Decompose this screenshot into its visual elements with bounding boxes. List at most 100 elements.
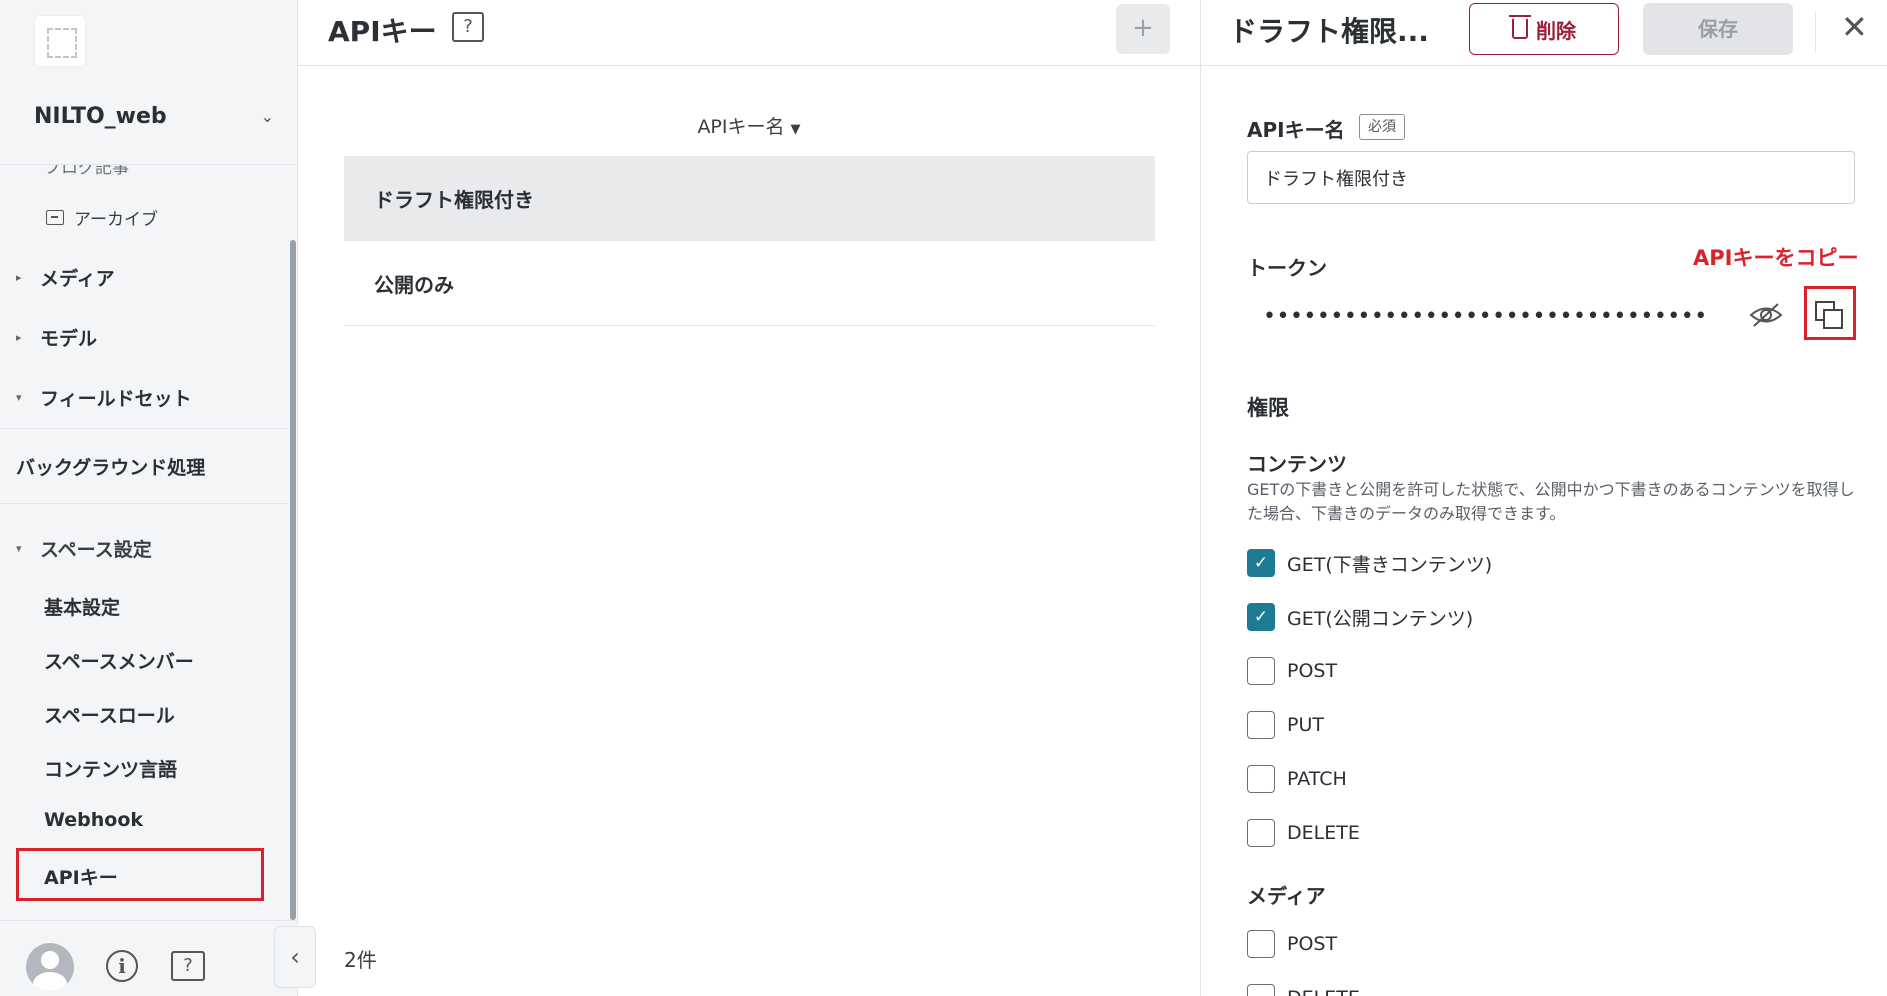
- checkbox[interactable]: [1247, 930, 1275, 958]
- save-button[interactable]: 保存: [1643, 3, 1793, 55]
- space-name: NILTO_web: [34, 103, 167, 129]
- contents-help-text: GETの下書きと公開を許可した状態で、公開中かつ下書きのあるコンテンツを取得した…: [1247, 480, 1855, 523]
- column-header-api-key-name[interactable]: APIキー名 ▼: [344, 112, 1154, 139]
- list-item[interactable]: ドラフト権限付き: [344, 156, 1155, 241]
- sidebar-item-label: コンテンツ言語: [44, 759, 178, 781]
- checkbox[interactable]: [1247, 765, 1275, 793]
- contents-heading: コンテンツ: [1247, 452, 1347, 476]
- sidebar-item-label: 基本設定: [44, 597, 121, 619]
- sort-caret-icon: ▼: [790, 122, 801, 137]
- delete-label: 削除: [1536, 18, 1576, 43]
- panel-header: ドラフト権限... 削除 保存 ✕: [1201, 0, 1887, 66]
- required-badge: 必須: [1359, 114, 1405, 140]
- caret-down-icon: ▾: [16, 391, 22, 404]
- checkbox[interactable]: ✓: [1247, 549, 1275, 577]
- sidebar-item-fieldset[interactable]: ▾ フィールドセット: [16, 384, 192, 411]
- trash-icon: [1509, 15, 1531, 39]
- sidebar-item-space-settings[interactable]: ▾ スペース設定: [16, 535, 152, 562]
- checkbox-label: DELETE: [1287, 987, 1360, 996]
- checkbox[interactable]: [1247, 657, 1275, 685]
- sidebar-item-label: ブログ記事: [44, 165, 129, 178]
- space-switcher[interactable]: NILTO_web ⌄: [34, 98, 274, 134]
- close-icon[interactable]: ✕: [1841, 8, 1868, 46]
- info-icon[interactable]: i: [106, 950, 138, 982]
- add-api-key-button[interactable]: +: [1116, 4, 1170, 54]
- list-item-label: 公開のみ: [374, 272, 454, 297]
- contents-permission-get[interactable]: ✓ GET(下書きコンテンツ): [1247, 548, 1492, 578]
- media-permission-delete[interactable]: DELETE: [1247, 983, 1360, 996]
- selected-item-highlight: [16, 848, 264, 901]
- checkbox-label: DELETE: [1287, 822, 1360, 844]
- detail-panel: ドラフト権限... 削除 保存 ✕ APIキー名 必須 トークン APIキーをコ…: [1200, 0, 1887, 996]
- sidebar-item-space-members[interactable]: スペースメンバー: [44, 647, 194, 674]
- help-icon[interactable]: ?: [171, 951, 205, 981]
- sidebar-nav: ブログ記事 アーカイブ ▸ メディア ▸ モデル ▾ フィールドセット バックグ…: [0, 165, 298, 920]
- column-header-label: APIキー名: [697, 116, 785, 138]
- sidebar-item-label: メディア: [40, 268, 115, 290]
- chevron-left-icon: ‹: [290, 943, 300, 971]
- collapse-sidebar-button[interactable]: ‹: [274, 926, 316, 988]
- caret-right-icon: ▸: [16, 271, 22, 284]
- plus-icon: +: [1132, 13, 1154, 43]
- checkbox[interactable]: [1247, 984, 1275, 996]
- checkbox-label: PUT: [1287, 714, 1324, 736]
- copy-icon[interactable]: [1814, 300, 1844, 330]
- checkbox[interactable]: [1247, 711, 1275, 739]
- permissions-heading: 権限: [1247, 396, 1289, 420]
- sidebar-item-label: フィールドセット: [40, 388, 192, 410]
- sidebar-item-label: スペースロール: [44, 705, 175, 727]
- sidebar-item-label: スペースメンバー: [44, 651, 194, 673]
- sidebar: NILTO_web ⌄ ブログ記事 アーカイブ ▸ メディア ▸ モデル ▾ フ…: [0, 0, 298, 996]
- checkbox-label: GET(下書きコンテンツ): [1287, 553, 1493, 576]
- sidebar-item-webhook[interactable]: Webhook: [44, 809, 143, 831]
- token-label: トークン: [1247, 256, 1327, 280]
- contents-permission-put[interactable]: PUT: [1247, 710, 1324, 740]
- checkbox-label: POST: [1287, 933, 1338, 955]
- logo-icon[interactable]: [34, 15, 86, 67]
- sidebar-item-label: スペース設定: [40, 539, 152, 561]
- sidebar-item-archive[interactable]: アーカイブ: [46, 205, 158, 230]
- api-key-name-label: APIキー名: [1247, 118, 1345, 142]
- avatar-icon[interactable]: [26, 943, 74, 991]
- header-divider: [1815, 12, 1816, 52]
- sidebar-item-content-languages[interactable]: コンテンツ言語: [44, 755, 177, 782]
- checkbox-label: POST: [1287, 660, 1338, 682]
- contents-permission-get[interactable]: ✓ GET(公開コンテンツ): [1247, 602, 1473, 632]
- eye-off-icon[interactable]: [1749, 302, 1783, 328]
- sidebar-item-label: アーカイブ: [74, 210, 158, 230]
- sidebar-item-media[interactable]: ▸ メディア: [16, 264, 115, 291]
- chevron-down-icon: ⌄: [260, 106, 274, 126]
- checkbox[interactable]: ✓: [1247, 603, 1275, 631]
- api-key-name-input[interactable]: [1247, 151, 1855, 204]
- sidebar-item-background[interactable]: バックグラウンド処理: [16, 453, 205, 480]
- media-heading: メディア: [1247, 884, 1326, 908]
- copy-annotation: APIキーをコピー: [1693, 246, 1859, 270]
- sidebar-scrollbar[interactable]: [290, 240, 296, 920]
- contents-permission-post[interactable]: POST: [1247, 656, 1337, 686]
- sidebar-item-space-roles[interactable]: スペースロール: [44, 701, 175, 728]
- media-permission-post[interactable]: POST: [1247, 929, 1337, 959]
- contents-permission-delete[interactable]: DELETE: [1247, 818, 1360, 848]
- sidebar-item-label: Webhook: [44, 809, 144, 831]
- delete-button[interactable]: 削除: [1469, 3, 1619, 55]
- contents-permission-patch[interactable]: PATCH: [1247, 764, 1347, 794]
- check-icon: ✓: [1253, 607, 1269, 627]
- archive-icon: [46, 210, 64, 225]
- token-value: •••••••••••••••••••••••••••••••••: [1263, 304, 1708, 329]
- sidebar-item-model[interactable]: ▸ モデル: [16, 324, 97, 351]
- sidebar-divider: [0, 428, 288, 429]
- app-root: NILTO_web ⌄ ブログ記事 アーカイブ ▸ メディア ▸ モデル ▾ フ…: [0, 0, 1887, 996]
- checkbox-label: PATCH: [1287, 768, 1347, 790]
- list-item-label: ドラフト権限付き: [374, 187, 534, 212]
- list-item[interactable]: 公開のみ: [344, 241, 1155, 326]
- checkbox[interactable]: [1247, 819, 1275, 847]
- sidebar-item-basic-settings[interactable]: 基本設定: [44, 593, 120, 620]
- sidebar-divider: [0, 503, 288, 504]
- caret-right-icon: ▸: [16, 331, 22, 344]
- page-title: APIキー: [328, 15, 437, 48]
- panel-title: ドラフト権限...: [1229, 15, 1429, 48]
- check-icon: ✓: [1253, 553, 1269, 573]
- help-icon[interactable]: ?: [452, 12, 484, 42]
- sidebar-item-blog[interactable]: ブログ記事: [44, 165, 129, 178]
- list-header: APIキー ? +: [298, 0, 1200, 66]
